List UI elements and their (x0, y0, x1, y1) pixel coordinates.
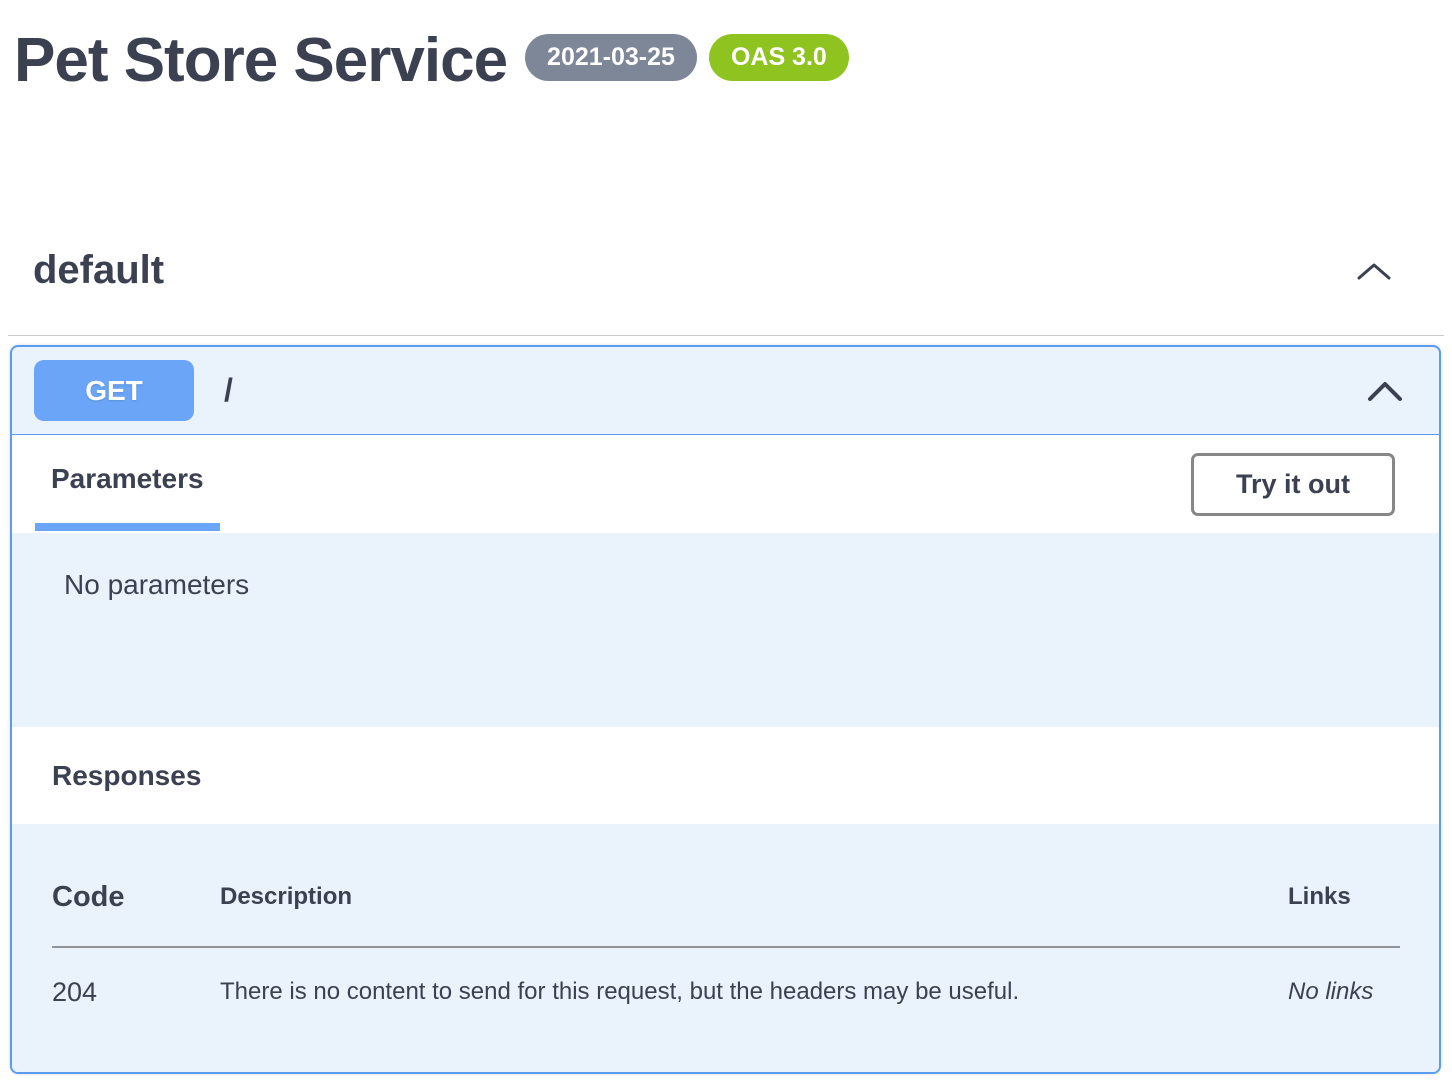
oas-badge: OAS 3.0 (709, 34, 849, 81)
api-info: Pet Store Service 2021-03-25 OAS 3.0 (0, 0, 1452, 220)
response-description: There is no content to send for this req… (220, 947, 1288, 1008)
chevron-up-icon (1367, 380, 1403, 402)
parameters-body: No parameters (12, 533, 1439, 727)
column-header-links: Links (1288, 882, 1400, 947)
page-title: Pet Store Service (14, 24, 507, 98)
try-it-out-button[interactable]: Try it out (1191, 453, 1395, 516)
swagger-page: Pet Store Service 2021-03-25 OAS 3.0 def… (0, 0, 1452, 1084)
operation-path: / (224, 372, 233, 409)
responses-table: Code Description Links 204 There is no c… (52, 882, 1400, 1008)
opblock-summary[interactable]: GET / (12, 347, 1439, 435)
parameters-section-header: Parameters Try it out (12, 435, 1439, 533)
opblock-get-root: GET / Parameters Try it out No parameter… (10, 345, 1441, 1074)
tab-parameters-label: Parameters (51, 463, 204, 495)
chevron-up-icon (1356, 261, 1392, 281)
tab-parameters[interactable]: Parameters (35, 435, 220, 531)
no-parameters-text: No parameters (64, 569, 1387, 601)
response-code: 204 (52, 947, 220, 1008)
version-badge: 2021-03-25 (525, 34, 697, 81)
responses-section-header: Responses (12, 727, 1439, 824)
method-get-button[interactable]: GET (34, 360, 194, 421)
column-header-description: Description (220, 882, 1288, 947)
responses-body: Code Description Links 204 There is no c… (12, 824, 1439, 1072)
tag-title: default (33, 248, 164, 293)
tag-section-header-default[interactable]: default (8, 220, 1444, 336)
responses-table-header-row: Code Description Links (52, 882, 1400, 947)
table-row-204: 204 There is no content to send for this… (52, 947, 1400, 1008)
response-links: No links (1288, 947, 1400, 1008)
responses-title: Responses (52, 760, 201, 792)
column-header-code: Code (52, 882, 220, 947)
